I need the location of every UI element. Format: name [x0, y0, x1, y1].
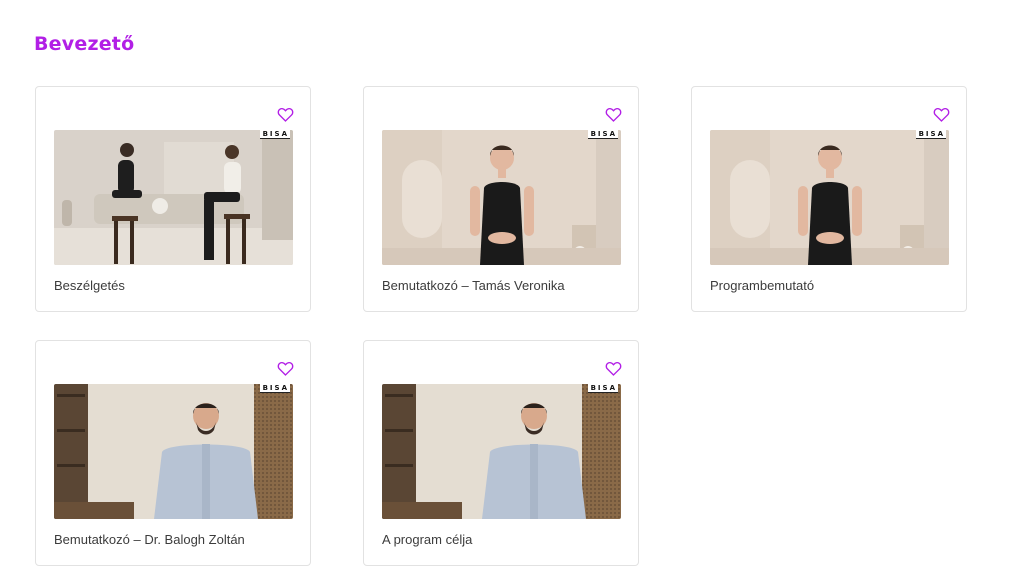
video-card-bemutatkozo-veronika[interactable]: BISA Bemutatkozó – Tamás Veronika: [363, 86, 639, 312]
video-thumbnail[interactable]: BISA: [54, 384, 293, 519]
heart-icon[interactable]: [277, 107, 294, 122]
video-title[interactable]: Bemutatkozó – Dr. Balogh Zoltán: [54, 532, 245, 547]
video-thumbnail[interactable]: BISA: [710, 130, 949, 265]
video-thumbnail[interactable]: BISA: [382, 384, 621, 519]
brand-logo: BISA: [915, 130, 946, 139]
video-card-beszelgetes[interactable]: BISA Beszélgetés: [35, 86, 311, 312]
video-title[interactable]: A program célja: [382, 532, 472, 547]
video-thumbnail[interactable]: BISA: [382, 130, 621, 265]
section-title: Bevezető: [34, 33, 135, 55]
heart-icon[interactable]: [605, 361, 622, 376]
video-card-programbemutato[interactable]: BISA Programbemutató: [691, 86, 967, 312]
brand-logo: BISA: [587, 130, 618, 139]
video-title[interactable]: Bemutatkozó – Tamás Veronika: [382, 278, 565, 293]
video-title[interactable]: Beszélgetés: [54, 278, 125, 293]
video-title[interactable]: Programbemutató: [710, 278, 814, 293]
video-card-bemutatkozo-balogh[interactable]: BISA Bemutatkozó – Dr. Balogh Zoltán: [35, 340, 311, 566]
video-thumbnail[interactable]: BISA: [54, 130, 293, 265]
brand-logo: BISA: [587, 384, 618, 393]
heart-icon[interactable]: [277, 361, 294, 376]
heart-icon[interactable]: [605, 107, 622, 122]
brand-logo: BISA: [259, 384, 290, 393]
video-card-program-celja[interactable]: BISA A program célja: [363, 340, 639, 566]
heart-icon[interactable]: [933, 107, 950, 122]
brand-logo: BISA: [259, 130, 290, 139]
